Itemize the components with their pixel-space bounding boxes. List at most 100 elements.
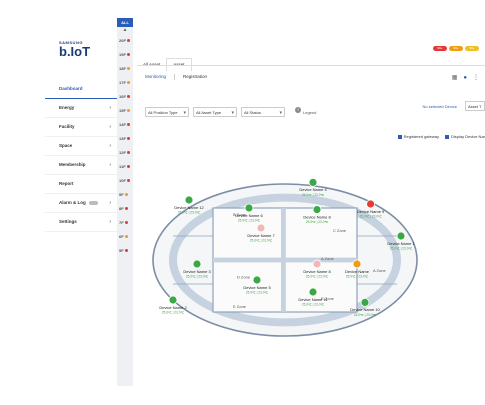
device-reading-label: 25.0℃ | 23.0℃ [346,275,369,279]
floor-item[interactable]: 17F [119,80,130,85]
device-reading-label: 25.0℃ | 23.0℃ [306,220,329,224]
floor-label: 14F [119,122,126,127]
floor-status-dot [126,81,130,85]
device-status-icon[interactable] [352,259,362,269]
registered-gateway-checkbox[interactable] [397,134,402,139]
device-name-label: Device Name 10 [350,307,380,312]
view-icons: ▦ ● ⋮ [446,74,479,81]
warning-badge[interactable]: 99+ [449,46,463,51]
device-status-icon[interactable] [308,287,318,297]
floor-label: 20F [119,38,126,43]
alarm-badge[interactable]: 99+ [433,46,447,51]
sidebar-item-alarm-log[interactable]: Alarm & Log › [45,194,117,213]
device-name-label: Device Name 6 [235,213,263,218]
sidebar-item-label: Dashboard [59,86,83,91]
sidebar-item-label: Report [59,181,74,186]
device-status-icon[interactable] [366,199,375,209]
subtab-monitoring[interactable]: Monitoring [145,74,166,79]
sidebar-item-energy[interactable]: Energy › [45,99,117,118]
device-status-icon[interactable] [308,178,318,187]
device-status-icon[interactable] [168,295,178,305]
floor-up-icon[interactable]: ▲ [117,27,133,33]
notice-badge[interactable]: 99+ [465,46,479,51]
device-reading-label: 25.0℃ | 23.0℃ [306,275,329,279]
sidebar-item-report[interactable]: Report [45,175,117,194]
sidebar-item-label: Energy [59,105,75,110]
sidebar-item-label: Settings [59,219,77,224]
divider [174,74,176,80]
sidebar-item-label: Membership [59,162,86,167]
position-type-select[interactable]: All Position Type [145,107,189,118]
zone-label: A Zone [321,256,334,261]
floor-label: 16F [119,94,126,99]
floor-label: 17F [119,80,126,85]
floor-status-dot [126,137,130,141]
device-status-icon[interactable] [396,231,406,241]
tab-divider [137,65,485,66]
device-name-label: Device Name 3 [183,269,211,274]
floor-item[interactable]: 20F [119,38,130,43]
floor-item[interactable]: 19F [119,52,130,57]
asset-type-button[interactable]: Asset T [465,101,485,111]
sidebar-item-facility[interactable]: Facility › [45,118,117,137]
alarm-toggle[interactable] [88,200,98,205]
chevron-right-icon: › [109,124,111,130]
status-select[interactable]: All Status [241,107,285,118]
sidebar-item-space[interactable]: Space › [45,137,117,156]
device-marker[interactable]: Device Name 1225.0℃ | 23.0℃ [174,195,205,215]
device-status-icon[interactable] [312,259,322,269]
registered-gateway-label: Registered gateway [403,134,439,139]
device-status-icon[interactable] [192,259,202,269]
device-reading-label: 25.0℃ | 23.0℃ [246,291,269,295]
floor-label: 19F [119,52,126,57]
legend-link[interactable]: Legend [303,110,316,115]
sidebar-item-label: Space [59,143,73,148]
device-status-icon[interactable] [256,223,266,233]
sidebar-item-membership[interactable]: Membership › [45,156,117,175]
grid-view-icon[interactable]: ▦ [452,75,458,81]
device-status-icon[interactable] [312,205,322,214]
device-reading-label: 25.0℃ | 23.0℃ [390,247,413,251]
floor-item[interactable]: 12F [119,150,130,155]
device-status-icon[interactable] [184,195,194,205]
floor-item[interactable]: 13F [119,136,130,141]
more-icon[interactable]: ⋮ [473,75,479,81]
view-subtabs: Monitoring Registration [145,74,215,80]
device-status-icon[interactable] [252,275,262,285]
help-icon[interactable]: ? [295,106,301,113]
brand-logo[interactable]: b.IoT [59,44,90,59]
zone-label: D Zone [237,274,251,279]
asset-type-select[interactable]: All Asset Type [193,107,237,118]
sidebar-item-settings[interactable]: Settings › [45,213,117,232]
display-device-name-checkbox[interactable] [444,134,449,139]
floor-item[interactable]: 18F [119,66,130,71]
device-reading-label: 25.0℃ | 23.0℃ [354,313,377,317]
device-status-icon[interactable] [360,298,370,307]
floor-label: 12F [119,150,126,155]
chevron-right-icon: › [109,200,111,206]
zone-label: E Zone [233,304,247,309]
alert-badges: 99+ 99+ 99+ [431,36,479,54]
floor-item[interactable]: 15F [119,108,130,113]
map-pin-icon[interactable]: ● [463,75,467,81]
sidebar-item-label: Facility [59,124,75,129]
sidebar-nav: Dashboard Energy › Facility › Space › Membe… [45,80,117,232]
subtab-registration[interactable]: Registration [183,74,207,79]
floor-plan-map[interactable]: A ZoneB ZoneC ZoneD ZoneE ZoneA ZoneE Zo… [120,160,450,360]
device-reading-label: 25.0℃ | 23.0℃ [360,215,383,219]
sidebar-item-dashboard[interactable]: Dashboard [45,80,117,99]
sidebar: SAMSUNG b.IoT Dashboard Energy › Facility… [45,18,118,386]
device-status-icon[interactable] [244,203,254,213]
floor-status-dot [126,109,130,113]
chevron-right-icon: › [109,105,111,111]
floor-all-button[interactable]: ALL [117,18,133,27]
device-marker[interactable]: Device Name 425.0℃ | 23.0℃ [299,178,327,197]
floor-item[interactable]: 16F [119,94,130,99]
floor-status-dot [126,67,130,71]
device-name-label: Device Name 5 [243,285,271,290]
floor-item[interactable]: 14F [119,122,130,127]
device-reading-label: 25.0℃ | 23.0℃ [186,275,209,279]
device-reading-label: 25.0℃ | 23.0℃ [302,303,325,307]
device-reading-label: 25.0℃ | 23.0℃ [162,311,185,315]
floor-status-dot [126,151,130,155]
